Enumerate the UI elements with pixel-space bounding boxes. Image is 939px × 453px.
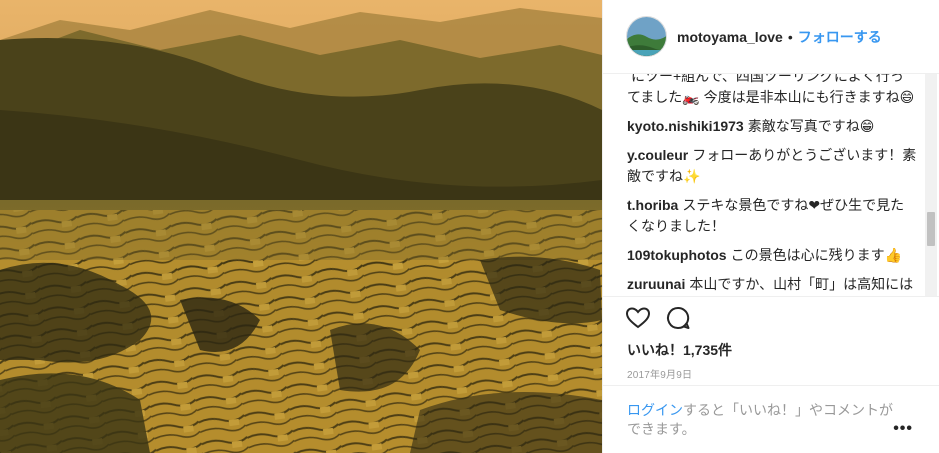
comment-text: にツー+組んで、四国ツーリングによく行ってました🏍️ 今度は是非本山にも行きます…	[627, 74, 915, 105]
rice-terraces-photo	[0, 0, 602, 453]
follow-button[interactable]: フォローする	[798, 27, 882, 47]
divider	[603, 385, 939, 386]
post-date: 2017年9月9日	[627, 370, 693, 381]
comment-username[interactable]: zuruunai	[627, 276, 685, 292]
heart-icon[interactable]	[625, 305, 651, 331]
list-item: zuruunai本山ですか、山村「町」は高知にはよくありますね。かくいう自分は物…	[627, 274, 917, 296]
list-item: kyoto.nishiki1973 素敵な写真ですね😁	[627, 116, 917, 137]
comment-username[interactable]: kyoto.nishiki1973	[627, 118, 744, 134]
comment-list[interactable]: にツー+組んで、四国ツーリングによく行ってました🏍️ 今度は是非本山にも行きます…	[603, 74, 939, 296]
divider	[603, 296, 939, 297]
comment-username[interactable]: y.couleur	[627, 147, 688, 163]
post-photo	[0, 0, 602, 453]
avatar[interactable]	[626, 16, 667, 57]
list-item: 109tokuphotos この景色は心に残ります👍	[627, 245, 917, 266]
login-link[interactable]: ログイン	[627, 402, 683, 418]
username-link[interactable]: motoyama_love	[677, 29, 783, 45]
separator-dot: •	[787, 28, 793, 45]
list-item: にツー+組んで、四国ツーリングによく行ってました🏍️ 今度は是非本山にも行きます…	[627, 74, 917, 108]
comment-bubble-icon[interactable]	[665, 305, 691, 331]
login-prompt: ログインすると「いいね！」やコメントができます。	[627, 401, 897, 439]
action-bar	[625, 305, 691, 331]
comment-text: この景色は心に残ります👍	[730, 247, 903, 263]
comments-scrollbar[interactable]	[925, 74, 937, 296]
post-side-panel: motoyama_love • フォローする にツー+組んで、四国ツーリングによ…	[602, 0, 939, 453]
scrollbar-thumb[interactable]	[927, 212, 935, 246]
list-item: y.couleur フォローありがとうございます！素敵ですね✨	[627, 145, 917, 187]
comment-text: 素敵な写真ですね😁	[747, 118, 875, 134]
list-item: t.horiba ステキな景色ですね❤ぜひ生で見たくなりました！	[627, 195, 917, 237]
comment-username[interactable]: 109tokuphotos	[627, 247, 727, 263]
post-header: motoyama_love • フォローする	[603, 0, 939, 74]
comment-username[interactable]: t.horiba	[627, 197, 678, 213]
more-options-button[interactable]: •••	[893, 420, 913, 438]
likes-count[interactable]: いいね！1,735件	[627, 340, 732, 360]
